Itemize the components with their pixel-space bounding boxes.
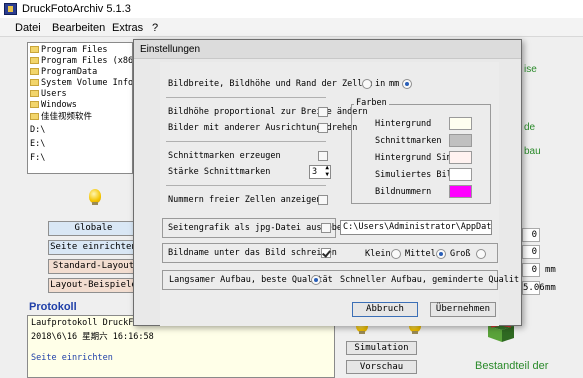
dialog-title: Einstellungen	[140, 44, 201, 55]
dialog-body: Bildbreite, Bildhöhe und Rand der Zellen…	[160, 62, 519, 326]
log-line: Seite einrichten	[31, 353, 113, 363]
folder-icon	[30, 101, 39, 108]
gross-label: Groß	[450, 249, 471, 259]
color-label: Simuliertes Bild	[375, 170, 457, 180]
farben-title: Farben	[354, 98, 389, 108]
staerke-spinbox[interactable]: 3 ▲ ▼	[309, 165, 331, 179]
dialog-title-bar: Einstellungen	[134, 40, 521, 59]
app-icon	[4, 3, 17, 15]
number-field[interactable]: 0	[522, 263, 540, 277]
separator	[166, 97, 326, 98]
tree-item[interactable]: E:\	[30, 139, 45, 150]
tree-item[interactable]: Windows	[30, 100, 77, 111]
drehen-label: Bilder mit anderer Ausrichtung drehen	[168, 123, 358, 133]
protokoll-label: Protokoll	[29, 301, 77, 313]
radio-mm[interactable]	[402, 79, 412, 89]
standard-layout-button[interactable]: Standard-Layout	[48, 259, 139, 274]
abbruch-button[interactable]: Abbruch	[352, 302, 418, 317]
number-field[interactable]: 5.06	[522, 281, 545, 295]
schnell-label: Schneller Aufbau, geminderte Qualit	[340, 275, 520, 285]
lightbulb-icon	[89, 189, 101, 205]
tree-item[interactable]: 佳佳视频软件	[30, 111, 92, 122]
color-swatch[interactable]	[449, 134, 472, 147]
folder-icon	[30, 113, 39, 120]
radio-mm-label: mm	[389, 79, 400, 89]
window-title: DruckFotoArchiv 5.1.3	[22, 3, 131, 15]
folder-icon	[30, 79, 39, 86]
color-label: Hintergrund Sim.	[375, 153, 457, 163]
schnittmarken-label: Schnittmarken erzeugen	[168, 151, 281, 161]
radio-langsam[interactable]	[311, 275, 321, 285]
vorschau-button[interactable]: Vorschau	[346, 360, 417, 374]
radio-klein[interactable]	[391, 249, 401, 259]
separator	[166, 185, 326, 186]
jpg-path-input[interactable]: C:\Users\Administrator\AppData\L	[340, 220, 492, 235]
title-bar: DruckFotoArchiv 5.1.3	[0, 0, 583, 18]
einstellungen-dialog: Einstellungen Bildbreite, Bildhöhe und R…	[133, 39, 522, 326]
tree-item[interactable]: Program Files (x86)	[30, 56, 132, 67]
color-swatch[interactable]	[449, 185, 472, 198]
drehen-checkbox[interactable]	[318, 123, 328, 133]
tree-item[interactable]: ProgramData	[30, 67, 97, 78]
simulation-button[interactable]: Simulation	[346, 341, 417, 355]
nummern-label: Nummern freier Zellen anzeigen	[168, 195, 322, 205]
log-line: 2018\6\16 星期六 16:16:58	[31, 332, 154, 342]
color-swatch[interactable]	[449, 117, 472, 130]
bestandteil-text: Bestandteil der	[475, 360, 549, 372]
bildname-checkbox[interactable]	[321, 248, 331, 258]
proportional-checkbox[interactable]	[318, 107, 328, 117]
units-label: Bildbreite, Bildhöhe und Rand der Zellen	[168, 79, 373, 89]
tree-item[interactable]: D:\	[30, 125, 45, 136]
color-swatch[interactable]	[449, 151, 472, 164]
jpg-checkbox[interactable]	[321, 223, 331, 233]
folder-icon	[30, 46, 39, 53]
radio-in[interactable]	[362, 79, 372, 89]
menu-datei[interactable]: Datei	[15, 22, 41, 34]
folder-icon	[30, 90, 39, 97]
radio-gross[interactable]	[476, 249, 486, 259]
radio-mittel[interactable]	[436, 249, 446, 259]
color-label: Hintergrund	[375, 119, 432, 129]
langsam-label: Langsamer Aufbau, beste Qualität	[169, 275, 333, 285]
number-field[interactable]: 0	[522, 228, 540, 242]
tree-item[interactable]: Program Files	[30, 45, 108, 56]
mittel-label: Mittel	[405, 249, 436, 259]
nummern-checkbox[interactable]	[318, 195, 328, 205]
tree-item[interactable]: F:\	[30, 153, 45, 164]
bildname-label: Bildname unter das Bild schreiben	[168, 248, 337, 258]
tree-item[interactable]: Users	[30, 89, 67, 100]
bg-text: bau	[524, 146, 541, 157]
layout-beispiele-button[interactable]: Layout-Beispiele	[48, 278, 139, 293]
staerke-label: Stärke Schnittmarken	[168, 167, 271, 177]
folder-tree[interactable]: Program Files Program Files (x86) Progra…	[27, 42, 133, 174]
color-label: Bildnummern	[375, 187, 432, 197]
color-label: Schnittmarken	[375, 136, 442, 146]
proportional-label: Bildhöhe proportional zur Breite ändern	[168, 107, 368, 117]
menu-bar: Datei Bearbeiten Extras ?	[0, 18, 583, 37]
seite-einrichten-button[interactable]: Seite einrichten	[48, 240, 139, 255]
bg-text: ise	[524, 64, 537, 75]
klein-label: Klein	[365, 249, 391, 259]
uebernehmen-button[interactable]: Übernehmen	[430, 302, 496, 317]
schnittmarken-checkbox[interactable]	[318, 151, 328, 161]
tree-item[interactable]: System Volume Information	[30, 78, 132, 89]
separator	[166, 141, 326, 142]
unit-label: mm	[545, 265, 556, 275]
menu-extras[interactable]: Extras	[112, 22, 143, 34]
globale-button[interactable]: Globale	[48, 221, 139, 236]
unit-label: mm	[545, 283, 556, 293]
color-swatch[interactable]	[449, 168, 472, 181]
number-field[interactable]: 0	[522, 245, 540, 259]
menu-bearbeiten[interactable]: Bearbeiten	[52, 22, 105, 34]
folder-icon	[30, 57, 39, 64]
bg-text: de	[524, 122, 536, 133]
radio-in-label: in	[375, 79, 386, 89]
folder-icon	[30, 68, 39, 75]
menu-help[interactable]: ?	[152, 22, 158, 34]
